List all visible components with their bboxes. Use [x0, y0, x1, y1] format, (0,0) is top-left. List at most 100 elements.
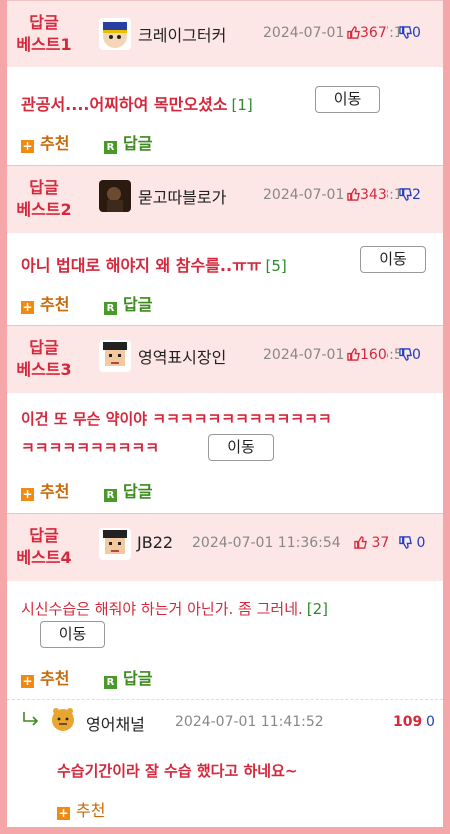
move-button[interactable]: 이동 [40, 621, 105, 648]
badge-line1: 답글 [29, 526, 59, 545]
reply-title[interactable]: 이건 또 무슨 약이야 ㅋㅋㅋㅋㅋㅋㅋㅋㅋㅋㅋㅋㅋ [21, 408, 332, 429]
recommend-label: 추천 [40, 134, 70, 153]
best-badge: 답글 베스트3 [7, 337, 81, 381]
separator [7, 165, 443, 166]
recommend-label: 추천 [76, 801, 106, 820]
recommend-button[interactable]: + 추천 [21, 665, 69, 689]
plus-icon: + [21, 139, 34, 153]
recommend-button[interactable]: + 추천 [57, 797, 105, 821]
thumbs-down-icon [399, 188, 412, 201]
reply-title-line2[interactable]: ㅋㅋㅋㅋㅋㅋㅋㅋㅋㅋ [21, 437, 159, 458]
badge-line2: 베스트4 [16, 548, 72, 567]
upvote-value: 37 [371, 535, 390, 551]
reply-button[interactable]: R 답글 [104, 665, 152, 689]
reply-button[interactable]: R 답글 [104, 478, 152, 502]
post-date: 2024-07-01 11:41:52 [175, 714, 324, 730]
post-date: 2024-07-01 10:55:55 [263, 347, 412, 363]
upvote-count[interactable]: 37 [354, 535, 389, 551]
user-nickname[interactable]: 묻고따블로가 [138, 184, 226, 208]
badge-line2: 베스트1 [16, 35, 72, 54]
badge-line2: 베스트3 [16, 360, 72, 379]
thumbs-up-icon [347, 26, 360, 39]
downvote-count[interactable]: 2 [399, 187, 421, 203]
upvote-value: 343 [360, 187, 387, 203]
downvote-count[interactable]: 0 [426, 714, 435, 730]
recommend-button[interactable]: + 추천 [21, 130, 69, 154]
plus-icon: + [57, 806, 70, 820]
move-button[interactable]: 이동 [208, 434, 274, 461]
subreply-text: 수습기간이라 잘 수습 했다고 하네요~ [57, 762, 298, 780]
recommend-button[interactable]: + 추천 [21, 478, 69, 502]
comment-count: [1] [231, 96, 253, 114]
user-nickname[interactable]: 영어채널 [86, 711, 145, 735]
move-button[interactable]: 이동 [360, 246, 426, 273]
downvote-count[interactable]: 0 [399, 25, 421, 41]
recommend-label: 추천 [40, 295, 70, 314]
upvote-value: 367 [360, 25, 387, 41]
separator [7, 513, 443, 514]
downvote-value: 2 [412, 187, 421, 203]
best-badge: 답글 베스트1 [7, 12, 81, 56]
avatar[interactable] [99, 18, 131, 50]
avatar[interactable] [99, 340, 131, 372]
badge-line1: 답글 [29, 178, 59, 197]
reply-icon: R [104, 676, 117, 689]
reply-icon: R [104, 141, 117, 154]
recommend-button[interactable]: + 추천 [21, 291, 69, 315]
downvote-value: 0 [412, 25, 421, 41]
upvote-count[interactable]: 109 [393, 714, 422, 730]
divider [7, 699, 443, 700]
plus-icon: + [21, 300, 34, 314]
reply-label: 답글 [123, 482, 153, 501]
reply-icon: R [104, 302, 117, 315]
comment-count: [2] [306, 600, 329, 618]
thumbs-up-icon [354, 536, 367, 549]
post-date: 2024-07-01 11:36:54 [192, 535, 341, 551]
upvote-count[interactable]: 343 [345, 187, 387, 203]
thumbs-down-icon [399, 536, 412, 549]
downvote-count[interactable]: 0 [399, 347, 421, 363]
reply-text: 아니 법대로 해야지 왜 참수를..ㅠㅠ [21, 256, 262, 275]
move-button[interactable]: 이동 [315, 86, 380, 113]
best-badge: 답글 베스트2 [7, 177, 81, 221]
reply-button[interactable]: R 답글 [104, 130, 152, 154]
upvote-count[interactable]: 367 [345, 25, 387, 41]
comment-count: [5] [265, 257, 287, 275]
recommend-label: 추천 [40, 482, 70, 501]
thumbs-down-icon [399, 348, 412, 361]
user-nickname[interactable]: 크레이그터커 [138, 22, 226, 46]
post-date: 2024-07-01 09:07:12 [263, 25, 412, 41]
badge-line1: 답글 [29, 13, 59, 32]
badge-line2: 베스트2 [16, 200, 72, 219]
reply-arrow-icon [22, 711, 40, 731]
reply-title[interactable]: 관공서....어찌하여 목만오셨소 [1] [21, 91, 253, 115]
upvote-count[interactable]: 160 [345, 347, 387, 363]
downvote-value: 0 [412, 347, 421, 363]
reply-label: 답글 [123, 295, 153, 314]
avatar[interactable] [99, 180, 131, 212]
separator [7, 325, 443, 326]
user-nickname[interactable]: JB22 [137, 533, 173, 552]
reply-title[interactable]: 아니 법대로 해야지 왜 참수를..ㅠㅠ [5] [21, 252, 287, 276]
post-date: 2024-07-01 08:43:12 [263, 187, 412, 203]
upvote-value: 160 [360, 347, 387, 363]
reply-icon: R [104, 489, 117, 502]
thumbs-up-icon [347, 348, 360, 361]
plus-icon: + [21, 487, 34, 501]
plus-icon: + [21, 674, 34, 688]
thumbs-down-icon [399, 26, 412, 39]
reply-text: 시신수습은 해줘야 하는거 아닌가. 좀 그러네. [21, 600, 303, 618]
reply-title[interactable]: 시신수습은 해줘야 하는거 아닌가. 좀 그러네. [2] [21, 598, 328, 619]
reply-button[interactable]: R 답글 [104, 291, 152, 315]
best-badge: 답글 베스트4 [7, 525, 81, 569]
reply-label: 답글 [123, 134, 153, 153]
reply-label: 답글 [123, 669, 153, 688]
thumbs-up-icon [347, 188, 360, 201]
avatar[interactable] [99, 528, 131, 560]
user-nickname[interactable]: 영역표시장인 [138, 344, 226, 368]
reply-text: 관공서....어찌하여 목만오셨소 [21, 95, 228, 114]
downvote-value: 0 [416, 535, 426, 551]
avatar[interactable] [50, 706, 76, 732]
downvote-count[interactable]: 0 [399, 535, 425, 551]
badge-line1: 답글 [29, 338, 59, 357]
